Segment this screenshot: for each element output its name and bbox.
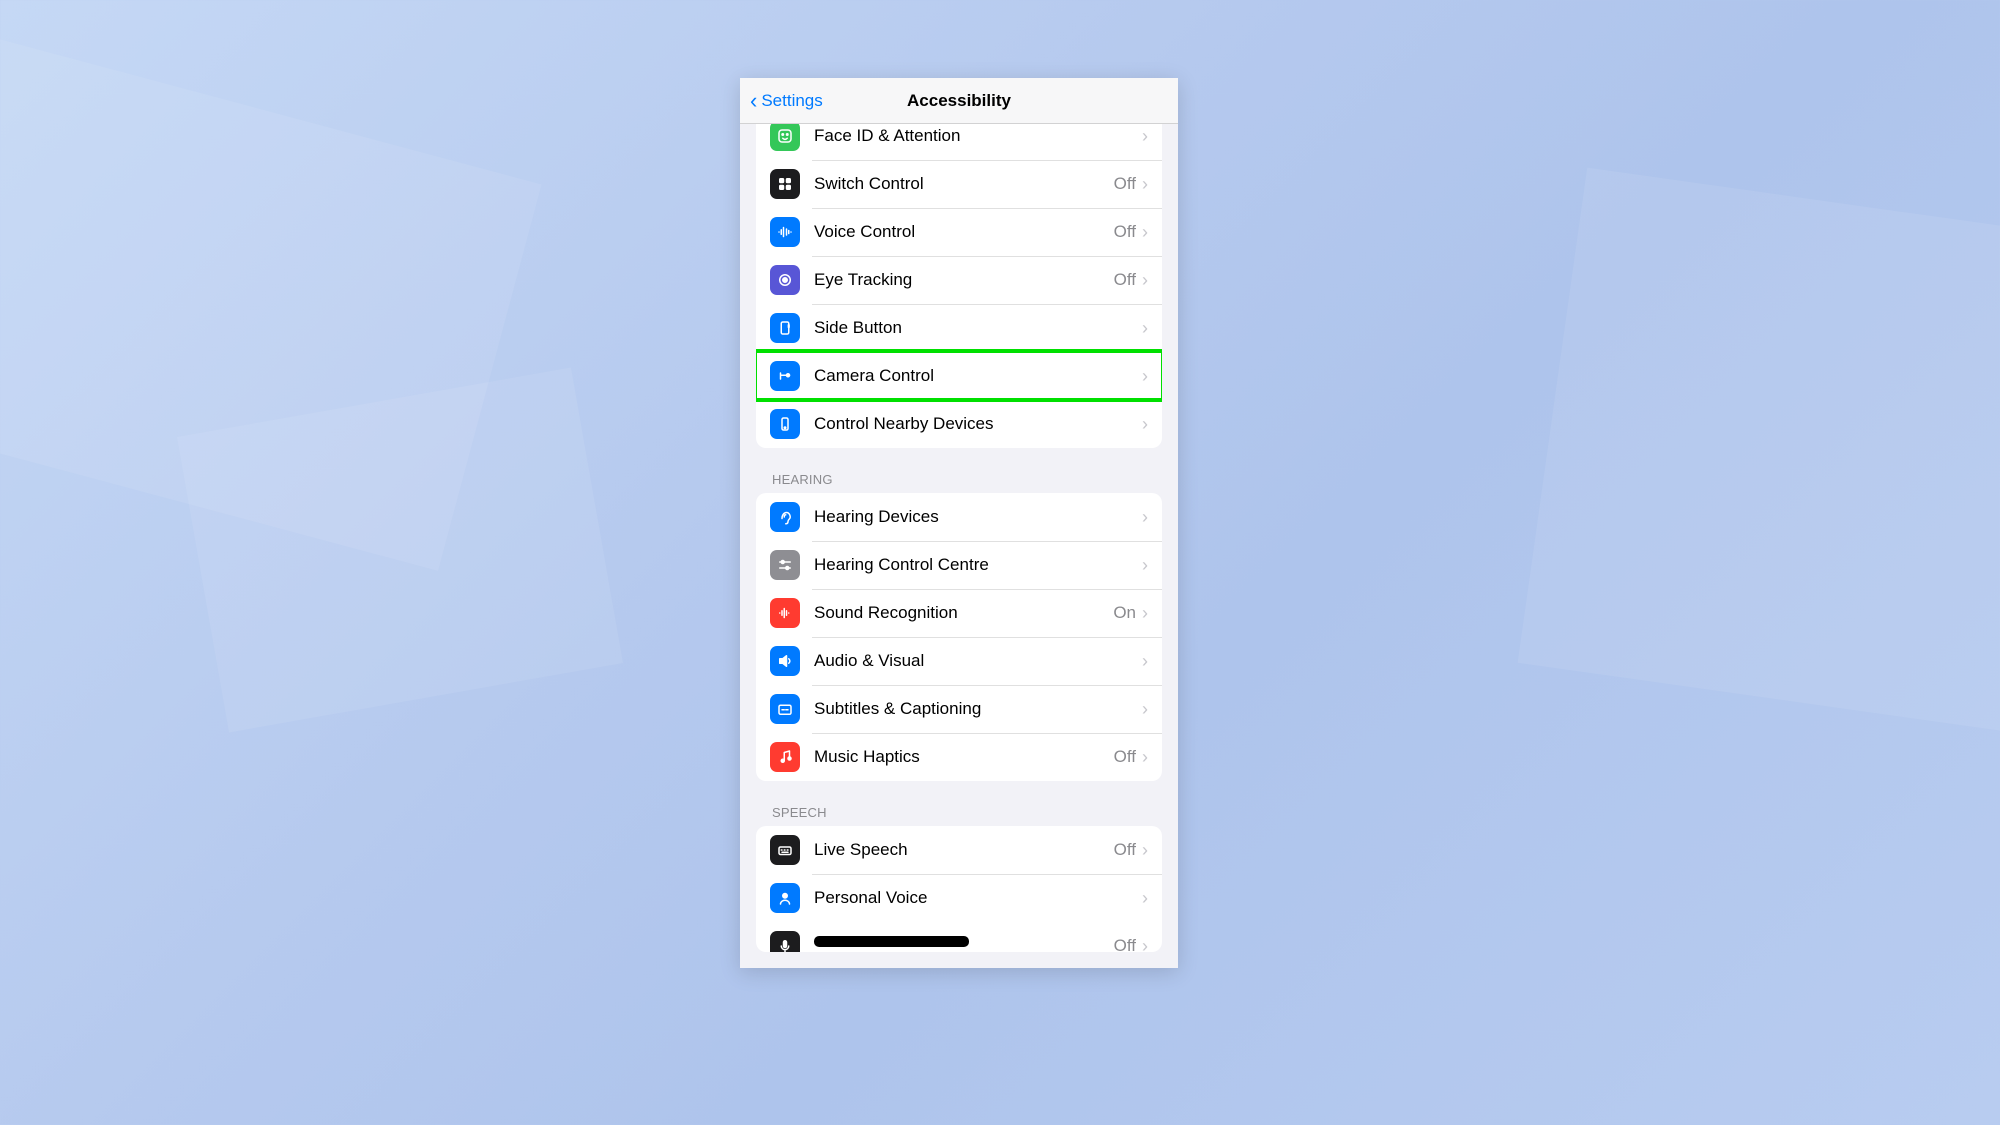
section-header-speech: SPEECH: [740, 781, 1178, 826]
navbar: ‹ Settings Accessibility: [740, 78, 1178, 124]
chevron-right-icon: ›: [1142, 366, 1148, 387]
row-personalvoice[interactable]: Personal Voice›: [756, 874, 1162, 922]
chevron-right-icon: ›: [1142, 222, 1148, 243]
switch-control-icon: [770, 169, 800, 199]
row-label: Voice Control: [814, 222, 1114, 242]
row-label: Live Speech: [814, 840, 1114, 860]
chevron-right-icon: ›: [1142, 318, 1148, 339]
row-value: Off: [1114, 840, 1136, 860]
row-faceid[interactable]: Face ID & Attention›: [756, 124, 1162, 160]
row-label: Music Haptics: [814, 747, 1114, 767]
back-button[interactable]: ‹ Settings: [740, 90, 823, 112]
row-label: Subtitles & Captioning: [814, 699, 1142, 719]
chevron-left-icon: ‹: [750, 90, 757, 112]
row-soundrecognition[interactable]: Sound RecognitionOn ›: [756, 589, 1162, 637]
row-label: Hearing Devices: [814, 507, 1142, 527]
side-button-icon: [770, 313, 800, 343]
row-value: Off: [1114, 270, 1136, 290]
hearing-control-icon: [770, 550, 800, 580]
row-label: Switch Control: [814, 174, 1114, 194]
row-voicecontrol[interactable]: Voice ControlOff ›: [756, 208, 1162, 256]
chevron-right-icon: ›: [1142, 747, 1148, 768]
personal-voice-icon: [770, 883, 800, 913]
row-subtitles[interactable]: Subtitles & Captioning›: [756, 685, 1162, 733]
chevron-right-icon: ›: [1142, 651, 1148, 672]
chevron-right-icon: ›: [1142, 414, 1148, 435]
row-label: Side Button: [814, 318, 1142, 338]
music-haptics-icon: [770, 742, 800, 772]
back-label: Settings: [761, 91, 822, 111]
row-label: Audio & Visual: [814, 651, 1142, 671]
row-value: On: [1113, 603, 1136, 623]
row-hearingdevices[interactable]: Hearing Devices›: [756, 493, 1162, 541]
sound-recognition-icon: [770, 598, 800, 628]
camera-control-icon: [770, 361, 800, 391]
row-label: Control Nearby Devices: [814, 414, 1142, 434]
row-label: Hearing Control Centre: [814, 555, 1142, 575]
faceid-icon: [770, 124, 800, 151]
audio-visual-icon: [770, 646, 800, 676]
row-value: Off: [1114, 222, 1136, 242]
row-label: Personal Voice: [814, 888, 1142, 908]
chevron-right-icon: ›: [1142, 555, 1148, 576]
row-label: Face ID & Attention: [814, 126, 1142, 146]
row-musichaptics[interactable]: Music HapticsOff ›: [756, 733, 1162, 781]
row-controlnearby[interactable]: Control Nearby Devices›: [756, 400, 1162, 448]
row-label: Sound Recognition: [814, 603, 1113, 623]
voice-control-icon: [770, 217, 800, 247]
settings-content: Face ID & Attention›Switch ControlOff›Vo…: [740, 124, 1178, 968]
chevron-right-icon: ›: [1142, 840, 1148, 861]
chevron-right-icon: ›: [1142, 936, 1148, 953]
row-hearingcontrol[interactable]: Hearing Control Centre›: [756, 541, 1162, 589]
row-label: [814, 946, 1114, 947]
chevron-right-icon: ›: [1142, 507, 1148, 528]
chevron-right-icon: ›: [1142, 699, 1148, 720]
row-label: Camera Control: [814, 366, 1142, 386]
row-switchcontrol[interactable]: Switch ControlOff ›: [756, 160, 1162, 208]
row-sidebutton[interactable]: Side Button›: [756, 304, 1162, 352]
row-value: Off: [1114, 747, 1136, 767]
vocal-shortcuts-icon: [770, 931, 800, 952]
redacted-bar: [814, 936, 969, 947]
group-touch: Face ID & Attention›Switch ControlOff›Vo…: [756, 124, 1162, 448]
row-eyetracking[interactable]: Eye TrackingOff ›: [756, 256, 1162, 304]
row-audiovisual[interactable]: Audio & Visual›: [756, 637, 1162, 685]
eye-tracking-icon: [770, 265, 800, 295]
chevron-right-icon: ›: [1142, 126, 1148, 147]
chevron-right-icon: ›: [1142, 174, 1148, 195]
row-vocalshortcuts[interactable]: Off ›: [756, 922, 1162, 952]
hearing-devices-icon: [770, 502, 800, 532]
phone-screen: ‹ Settings Accessibility Face ID & Atten…: [740, 78, 1178, 968]
section-header-hearing: HEARING: [740, 448, 1178, 493]
chevron-right-icon: ›: [1142, 888, 1148, 909]
live-speech-icon: [770, 835, 800, 865]
row-livespeech[interactable]: Live SpeechOff ›: [756, 826, 1162, 874]
row-label: Eye Tracking: [814, 270, 1114, 290]
row-value: Off: [1114, 174, 1136, 194]
chevron-right-icon: ›: [1142, 270, 1148, 291]
group-speech: Live SpeechOff›Personal Voice›Off›: [756, 826, 1162, 952]
control-nearby-icon: [770, 409, 800, 439]
group-hearing: Hearing Devices›Hearing Control Centre›S…: [756, 493, 1162, 781]
chevron-right-icon: ›: [1142, 603, 1148, 624]
subtitles-icon: [770, 694, 800, 724]
row-cameracontrol[interactable]: Camera Control›: [756, 352, 1162, 400]
row-value: Off: [1114, 936, 1136, 952]
